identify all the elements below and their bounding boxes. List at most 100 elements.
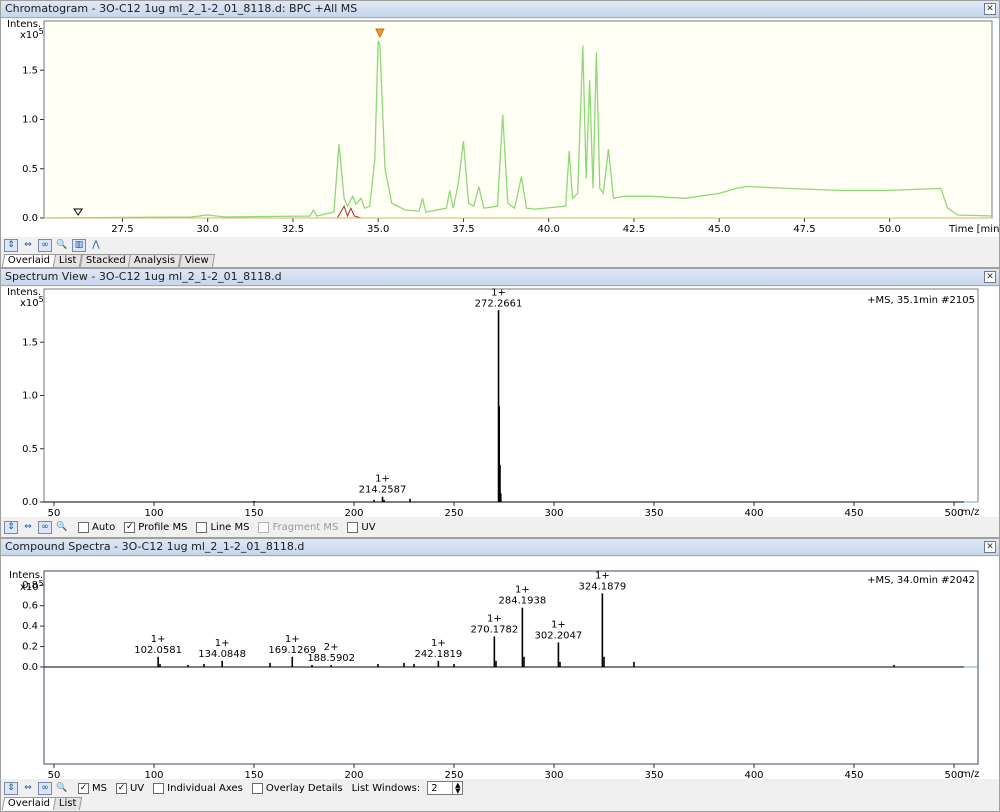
- compound-tabs: Overlaid List: [1, 796, 999, 810]
- chromatogram-panel: Chromatogram - 3O-C12 1ug ml_2_1-2_01_81…: [0, 0, 1000, 268]
- spectrum-y-tick-label: 1.5: [22, 337, 38, 348]
- spectrum-peak-mz-label: 214.2587: [359, 485, 407, 496]
- checkbox-line-ms[interactable]: Line MS: [196, 521, 249, 533]
- tab-overlaid[interactable]: Overlaid: [1, 254, 57, 267]
- checkbox-line-ms-box[interactable]: [196, 521, 208, 533]
- spectrum-x-tick-label: 350: [644, 508, 663, 517]
- tab-stacked[interactable]: Stacked: [79, 254, 132, 267]
- spectrum-chart[interactable]: Intens. x105 +MS, 35.1min #2105 m/z 50 10…: [1, 287, 999, 517]
- scroll-leftright-icon[interactable]: ⇔: [21, 521, 35, 534]
- checkbox-auto-box[interactable]: [78, 521, 89, 533]
- checkbox-overlay-details-box[interactable]: [251, 782, 263, 794]
- chromatogram-x-tick-label: 30.0: [197, 224, 219, 235]
- link-icon[interactable]: ∞: [38, 238, 52, 252]
- close-icon[interactable]: ✕: [984, 541, 996, 553]
- spectrum-x-tick-label: 450: [844, 508, 863, 517]
- spectrum-x-tick-label: 150: [244, 508, 263, 517]
- tab-view[interactable]: View: [178, 254, 215, 267]
- scroll-updown-icon[interactable]: ⇕: [4, 520, 18, 534]
- peak-icon[interactable]: ⋀: [89, 239, 103, 252]
- tab-list[interactable]: List: [52, 797, 83, 810]
- close-icon[interactable]: ✕: [984, 3, 996, 15]
- compound-x-tick-label: 100: [144, 770, 163, 779]
- spectrum-plot-area: [43, 288, 979, 503]
- checkbox-fragment-ms-box: [258, 521, 270, 533]
- checkbox-ms-box[interactable]: ✓: [78, 782, 89, 794]
- checkbox-uv[interactable]: UV: [347, 521, 376, 533]
- compound-peak-mz-label: 242.1819: [415, 649, 463, 660]
- scroll-leftright-icon[interactable]: ⇔: [21, 782, 35, 795]
- compound-peak-mz-label: 188.5902: [307, 653, 355, 664]
- close-icon[interactable]: ✕: [984, 271, 996, 283]
- spectrum-x-tick-label: 500: [944, 508, 963, 517]
- checkbox-profile-ms-box[interactable]: ✓: [124, 521, 136, 533]
- compound-x-tick-label: 500: [944, 770, 963, 779]
- compound-info: +MS, 34.0min #2042: [867, 575, 975, 586]
- spectrum-titlebar[interactable]: Spectrum View - 3O-C12 1ug ml_2_1-2_01_8…: [1, 269, 999, 286]
- spectrum-info: +MS, 35.1min #2105: [867, 295, 975, 306]
- checkbox-uv-box[interactable]: ✓: [115, 782, 127, 794]
- spectrum-x-tick-label: 400: [744, 508, 763, 517]
- chromatogram-x-tick-label: 45.0: [708, 224, 730, 235]
- compound-peak-mz-label: 302.2047: [535, 630, 583, 641]
- spectrum-x-tick-label: 200: [344, 508, 363, 517]
- list-windows-stepper[interactable]: 2 ▲ ▼: [427, 781, 464, 795]
- chromatogram-xlabel: Time [min]: [948, 224, 999, 235]
- chromatogram-x-tick-label: 27.5: [111, 224, 133, 235]
- compound-title: Compound Spectra - 3O-C12 1ug ml_2_1-2_0…: [5, 540, 305, 553]
- stepper-arrows-icon[interactable]: ▲ ▼: [452, 782, 462, 795]
- checkbox-uv-box[interactable]: [347, 521, 359, 533]
- scroll-updown-icon[interactable]: ⇕: [4, 781, 18, 795]
- chromatogram-chart[interactable]: Intens. x105 Time [min] 27.5 30.0 32.5 35.0…: [1, 19, 999, 237]
- zoom-icon[interactable]: 🔍: [55, 239, 69, 252]
- zoom-icon[interactable]: 🔍: [55, 782, 69, 795]
- tab-overlaid[interactable]: Overlaid: [1, 797, 57, 810]
- compound-peak-mz-label: 270.1782: [470, 624, 518, 635]
- zoom-icon[interactable]: 🔍: [55, 521, 69, 534]
- spectrum-title: Spectrum View - 3O-C12 1ug ml_2_1-2_01_8…: [5, 270, 282, 283]
- spectrum-peak-charge-label: 1+: [375, 474, 390, 485]
- chart-mode-icon[interactable]: ▥: [72, 238, 86, 252]
- tab-list[interactable]: List: [52, 254, 83, 267]
- compound-y-tick-label: 0.0: [22, 662, 38, 673]
- checkbox-ms[interactable]: ✓ MS: [78, 782, 107, 794]
- compound-titlebar[interactable]: Compound Spectra - 3O-C12 1ug ml_2_1-2_0…: [1, 539, 999, 556]
- compound-peak-charge-label: 1+: [431, 638, 446, 649]
- chromatogram-y-tick-label: 0.0: [22, 213, 38, 224]
- compound-toolbar: ⇕ ⇔ ∞ 🔍 ✓ MS ✓ UV Individual Axes Overlay …: [1, 780, 999, 796]
- chromatogram-titlebar[interactable]: Chromatogram - 3O-C12 1ug ml_2_1-2_01_81…: [1, 1, 999, 18]
- compound-peak-mz-label: 134.0848: [198, 649, 246, 660]
- compound-x-tick-label: 300: [544, 770, 563, 779]
- chromatogram-tabs: Overlaid List Stacked Analysis View: [1, 253, 999, 267]
- chromatogram-x-tick-label: 42.5: [623, 224, 645, 235]
- spectrum-ylabel: Intens.: [7, 287, 41, 298]
- chromatogram-title: Chromatogram - 3O-C12 1ug ml_2_1-2_01_81…: [5, 2, 358, 15]
- chromatogram-x-tick-label: 32.5: [282, 224, 304, 235]
- compound-peak-charge-label: 1+: [151, 634, 166, 645]
- compound-y-tick-label: 0.8: [22, 580, 38, 591]
- link-icon[interactable]: ∞: [38, 781, 52, 795]
- chromatogram-plot-area: [43, 20, 993, 219]
- chromatogram-y-tick-label: 1.5: [22, 65, 38, 76]
- checkbox-overlay-details[interactable]: Overlay Details: [251, 782, 343, 794]
- scroll-leftright-icon[interactable]: ⇔: [21, 239, 35, 252]
- compound-peak-charge-label: 1+: [515, 585, 530, 596]
- compound-x-tick-label: 350: [644, 770, 663, 779]
- compound-xlabel: m/z: [961, 769, 979, 779]
- spectrum-panel: Spectrum View - 3O-C12 1ug ml_2_1-2_01_8…: [0, 268, 1000, 538]
- spectrum-x-tick-label: 250: [444, 508, 463, 517]
- checkbox-auto[interactable]: Auto: [78, 521, 115, 533]
- spectrum-xlabel: m/z: [961, 507, 979, 517]
- chromatogram-x-tick-label: 47.5: [793, 224, 815, 235]
- checkbox-uv[interactable]: ✓ UV: [115, 782, 144, 794]
- compound-chart[interactable]: Intens. x105 +MS, 34.0min #2042 m/z 0.00…: [1, 557, 999, 779]
- tab-analysis[interactable]: Analysis: [128, 254, 182, 267]
- checkbox-profile-ms[interactable]: ✓ Profile MS: [124, 521, 187, 533]
- chromatogram-x-tick-label: 50.0: [879, 224, 901, 235]
- spectrum-toolbar: ⇕ ⇔ ∞ 🔍 Auto ✓ Profile MS Line MS Fragmen…: [1, 519, 999, 535]
- spectrum-y-tick-label: 0.5: [22, 444, 38, 455]
- scroll-updown-icon[interactable]: ⇕: [4, 238, 18, 252]
- checkbox-individual-axes-box[interactable]: [153, 782, 165, 794]
- link-icon[interactable]: ∞: [38, 520, 52, 534]
- checkbox-individual-axes[interactable]: Individual Axes: [153, 782, 243, 794]
